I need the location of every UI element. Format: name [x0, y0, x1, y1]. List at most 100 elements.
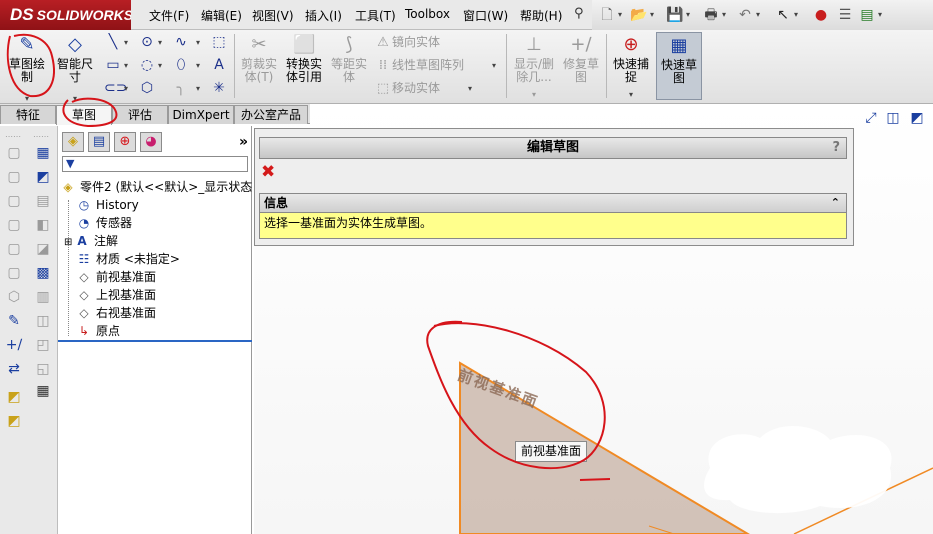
trim-button[interactable]: ✂ 剪裁实体(T) — [238, 32, 280, 100]
info-section-header[interactable]: 信息 ⌃ — [259, 193, 847, 213]
menu-help[interactable]: 帮助(H) — [520, 7, 562, 24]
rapid-sketch-button[interactable]: ▦ 快速草图 — [656, 32, 702, 100]
expand-icon[interactable]: ⊞ — [64, 234, 74, 252]
ellipse-dropdown-icon[interactable]: ▾ — [196, 61, 200, 70]
tab-sketch[interactable]: 草图 — [56, 105, 112, 125]
view-icon[interactable]: ◱ — [34, 360, 52, 378]
polygon-icon[interactable]: ⬡ — [138, 79, 156, 97]
ellipse-icon[interactable]: ⬯ — [172, 56, 190, 74]
table-icon[interactable]: ▦ — [34, 144, 52, 162]
save-dropdown-icon[interactable]: ▾ — [686, 10, 690, 19]
repair-sketch-button[interactable]: +∕ 修复草图 — [560, 32, 602, 100]
show-delete-relations-button[interactable]: ⊥ 显示/删除几... ▾ — [510, 32, 558, 100]
feature-filter-input[interactable]: ▼ — [62, 156, 248, 172]
collapse-up-icon[interactable]: ⌃ — [831, 194, 840, 212]
tree-item-sensors[interactable]: ◔ 传感器 — [76, 214, 132, 232]
new-dropdown-icon[interactable]: ▾ — [618, 10, 622, 19]
layer-icon[interactable]: ◩ — [34, 168, 52, 186]
block-insert-icon[interactable]: ◩ — [5, 412, 23, 430]
text-icon[interactable]: A — [210, 56, 228, 74]
open-folder-icon[interactable]: 📂 — [630, 6, 648, 24]
close-icon[interactable]: ✖ — [261, 162, 275, 182]
spline-dropdown-icon[interactable]: ▾ — [196, 38, 200, 47]
tab-evaluate[interactable]: 评估 — [112, 105, 168, 124]
rectangle-dropdown-icon[interactable]: ▾ — [124, 61, 128, 70]
move-copy-icon[interactable]: ⇄ — [5, 360, 23, 378]
dimension-icon[interactable]: ◪ — [34, 240, 52, 258]
menu-view[interactable]: 视图(V) — [252, 7, 294, 24]
block-icon[interactable]: ◩ — [5, 388, 23, 406]
offset-entities-button[interactable]: ⟆ 等距实体 — [328, 32, 370, 100]
reference-icon[interactable]: ▥ — [34, 288, 52, 306]
solidworks-logo[interactable]: DS SOLIDWORKS — [0, 0, 133, 30]
menu-insert[interactable]: 插入(I) — [305, 7, 342, 24]
pin-icon[interactable]: ⚲ — [574, 6, 590, 22]
tree-item-right-plane[interactable]: ◇ 右视基准面 — [76, 304, 156, 322]
feature-tree-tab-icon[interactable]: ◈ — [62, 132, 84, 152]
arc-dropdown-icon[interactable]: ▾ — [158, 61, 162, 70]
check-icon[interactable]: ▩ — [34, 264, 52, 282]
grid-icon[interactable]: ⬚ — [210, 33, 228, 51]
view-orientation-icon[interactable]: ◫ — [884, 110, 902, 128]
menu-edit[interactable]: 编辑(E) — [201, 7, 242, 24]
shell-icon[interactable]: ⬡ — [5, 288, 23, 306]
table-grid-icon[interactable]: ▦ — [34, 382, 52, 400]
help-icon[interactable]: ? — [832, 138, 840, 158]
line-dropdown-icon[interactable]: ▾ — [124, 38, 128, 47]
relation-icon[interactable]: +∕ — [5, 336, 23, 354]
move-entities-button[interactable]: ⬚ 移动实体 — [374, 79, 440, 97]
tree-item-history[interactable]: ◷ History — [76, 196, 139, 214]
collapse-panel-icon[interactable]: » — [239, 134, 248, 150]
convert-entities-button[interactable]: ⬜ 转换实体引用 — [283, 32, 325, 100]
print-icon[interactable]: 🖶 — [702, 6, 720, 24]
tab-office-products[interactable]: 办公室产品 — [234, 105, 308, 124]
mirror-entities-button[interactable]: ⚠ 镜向实体 — [374, 33, 440, 51]
quick-snaps-button[interactable]: ⊕ 快速捕捉 ▾ — [610, 32, 652, 100]
rectangle-icon[interactable]: ▭ — [104, 56, 122, 74]
display-manager-tab-icon[interactable]: ◕ — [140, 132, 162, 152]
property-manager-tab-icon[interactable]: ▤ — [88, 132, 110, 152]
save-icon[interactable]: 💾 — [666, 6, 684, 24]
menu-file[interactable]: 文件(F) — [149, 7, 189, 24]
rebuild-traffic-light-icon[interactable]: ● — [812, 6, 830, 24]
loft-icon[interactable]: ▢ — [5, 216, 23, 234]
sketch-button[interactable]: ✎ 草图绘制 ▾ — [6, 32, 48, 103]
move-dropdown-icon[interactable]: ▾ — [468, 84, 472, 93]
circle-dropdown-icon[interactable]: ▾ — [158, 38, 162, 47]
smart-dimension-button[interactable]: ◇ 智能尺寸 ▾ — [54, 32, 96, 103]
file-properties-icon[interactable]: ☰ — [836, 6, 854, 24]
dim-xpert-icon[interactable]: ◫ — [34, 312, 52, 330]
fillet-feature-icon[interactable]: ▢ — [5, 240, 23, 258]
menu-tools[interactable]: 工具(T) — [355, 7, 396, 24]
revolve-icon[interactable]: ▢ — [5, 168, 23, 186]
arc-icon[interactable]: ◌ — [138, 56, 156, 74]
relations-dropdown-icon[interactable]: ▾ — [510, 88, 558, 101]
slot-dropdown-icon[interactable]: ▾ — [124, 84, 128, 93]
tree-item-material[interactable]: ☷ 材质 <未指定> — [76, 250, 180, 268]
tree-root[interactable]: ◈ 零件2 (默认<<默认>_显示状态 — [60, 178, 252, 196]
zoom-fit-icon[interactable]: ⤢ — [862, 110, 880, 128]
tree-item-top-plane[interactable]: ◇ 上视基准面 — [76, 286, 156, 304]
menu-window[interactable]: 窗口(W) — [463, 7, 508, 24]
mirror-feature-icon[interactable]: ◧ — [34, 216, 52, 234]
options-dropdown-icon[interactable]: ▾ — [878, 10, 882, 19]
pattern-icon[interactable]: ▤ — [34, 192, 52, 210]
sweep-icon[interactable]: ▢ — [5, 192, 23, 210]
quick-snaps-dropdown-icon[interactable]: ▾ — [610, 88, 652, 101]
tab-dimxpert[interactable]: DimXpert — [168, 105, 234, 124]
display-style-icon[interactable]: ◩ — [908, 110, 926, 128]
tree-item-front-plane[interactable]: ◇ 前视基准面 — [76, 268, 156, 286]
tree-item-origin[interactable]: ↳ 原点 — [76, 322, 120, 340]
circle-icon[interactable]: ⊙ — [138, 33, 156, 51]
open-dropdown-icon[interactable]: ▾ — [650, 10, 654, 19]
chamfer-icon[interactable]: ▢ — [5, 264, 23, 282]
menu-toolbox[interactable]: Toolbox — [405, 7, 450, 21]
undo-dropdown-icon[interactable]: ▾ — [756, 10, 760, 19]
point-icon[interactable]: ✳ — [210, 79, 228, 97]
options-icon[interactable]: ▤ — [858, 6, 876, 24]
extrude-icon[interactable]: ▢ — [5, 144, 23, 162]
line-icon[interactable]: ╲ — [104, 33, 122, 51]
select-cursor-icon[interactable]: ↖ — [774, 6, 792, 24]
fillet-icon[interactable]: ╮ — [172, 79, 190, 97]
slot-icon[interactable]: ⊂⊃ — [104, 79, 127, 97]
